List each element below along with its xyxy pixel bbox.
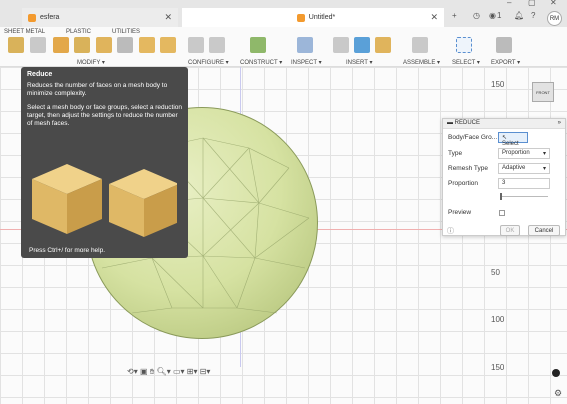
tab-sheet-metal[interactable]: SHEET METAL (4, 29, 45, 35)
orbit-icon[interactable]: ⟲▾ (127, 367, 138, 376)
tooltip-description: Reduces the number of faces on a mesh bo… (27, 82, 168, 97)
tab-esfera[interactable]: esfera ✕ (22, 8, 178, 27)
modify-tool-icon[interactable] (8, 37, 24, 53)
comment-icon[interactable] (552, 369, 560, 377)
remesh-type-label: Remesh Type (448, 165, 488, 172)
modify-tool-icon[interactable] (96, 37, 112, 53)
chevron-down-icon: ▾ (542, 166, 546, 172)
tab-label: Untitled* (308, 14, 336, 21)
modify-tool-icon[interactable] (53, 37, 69, 53)
type-label: Type (448, 150, 463, 157)
proportion-slider[interactable] (500, 193, 548, 200)
modify-tool-icon[interactable] (160, 37, 176, 53)
configure-table-icon[interactable] (209, 37, 225, 53)
minimize-icon[interactable]: – (507, 0, 511, 7)
group-modify[interactable]: MODIFY ▾ (77, 59, 105, 66)
tab-utilities[interactable]: UTILITIES (112, 29, 140, 35)
type-select[interactable]: Proportion ▾ (498, 148, 550, 159)
group-select[interactable]: SELECT ▾ (452, 59, 480, 66)
navigation-bar: ⟲▾ ▣ ✋︎ 🔍︎▾ ▭▾ ⊞▾ ⊟▾ (127, 367, 245, 377)
group-inspect[interactable]: INSPECT ▾ (291, 59, 322, 66)
ruler-label: 100 (491, 315, 505, 324)
grid-icon[interactable]: ⊞▾ (187, 367, 198, 376)
insert-icon[interactable] (333, 37, 349, 53)
export-icon[interactable] (496, 37, 512, 53)
expand-icon[interactable]: » (558, 120, 561, 126)
ok-button[interactable]: OK (500, 225, 520, 236)
group-construct[interactable]: CONSTRUCT ▾ (240, 59, 282, 66)
tab-bar: esfera ✕ Untitled* ✕ + ◷ ◉ 1 🔔︎ ? RM – ▢… (0, 0, 567, 27)
reduce-panel: ▬ REDUCE » Body/Face Gro... ↖ Select Typ… (442, 118, 566, 236)
window-close-icon[interactable]: ✕ (550, 0, 557, 7)
jobs-count: 1 (497, 11, 502, 20)
modify-tool-icon[interactable] (139, 37, 155, 53)
proportion-input[interactable]: 3 (498, 178, 550, 189)
reduce-tool-icon[interactable] (74, 37, 90, 53)
jobs-icon[interactable]: ◉ (489, 11, 496, 20)
gear-icon[interactable]: ⚙︎ (554, 388, 562, 399)
select-icon[interactable] (456, 37, 472, 53)
modify-tool-icon[interactable] (30, 37, 46, 53)
construct-icon[interactable] (250, 37, 266, 53)
look-at-icon[interactable]: ▣ (140, 367, 148, 376)
slider-handle[interactable] (500, 193, 502, 200)
viewports-icon[interactable]: ⊟▾ (200, 367, 211, 376)
file-icon (296, 13, 305, 22)
panel-header: ▬ REDUCE » (443, 119, 565, 129)
inspect-icon[interactable] (297, 37, 313, 53)
preview-checkbox[interactable] (499, 210, 505, 216)
preview-label: Preview (448, 209, 472, 216)
proportion-label: Proportion (448, 180, 478, 187)
maximize-icon[interactable]: ▢ (528, 0, 536, 7)
tooltip-illustration (32, 164, 177, 237)
info-icon[interactable]: ⓘ (447, 226, 454, 236)
tab-plastic[interactable]: PLASTIC (66, 29, 91, 35)
move-icon[interactable] (117, 37, 133, 53)
panel-title: REDUCE (454, 120, 481, 126)
insert-image-icon[interactable] (354, 37, 370, 53)
history-icon[interactable]: ◷ (473, 11, 480, 20)
group-insert[interactable]: INSERT ▾ (346, 59, 372, 66)
file-icon (28, 13, 36, 22)
ruler-label: 150 (491, 80, 505, 89)
tab-label: esfera (40, 14, 60, 21)
view-cube[interactable]: FRONT (532, 82, 554, 102)
ruler-label: 50 (491, 268, 500, 277)
ruler-label: 150 (491, 363, 505, 372)
chevron-down-icon: ▾ (542, 151, 546, 157)
group-export[interactable]: EXPORT ▾ (491, 59, 520, 66)
group-assemble[interactable]: ASSEMBLE ▾ (403, 59, 440, 66)
configure-icon[interactable] (188, 37, 204, 53)
add-tab-button[interactable]: + (452, 11, 457, 20)
body-face-label: Body/Face Gro... (448, 134, 498, 141)
cancel-button[interactable]: Cancel (528, 225, 560, 236)
tooltip-title: Reduce (27, 71, 53, 78)
assemble-icon[interactable] (412, 37, 428, 53)
reduce-tooltip: Reduce Reduces the number of faces on a … (21, 67, 188, 258)
tab-untitled[interactable]: Untitled* ✕ (182, 8, 444, 27)
display-settings-icon[interactable]: ▭▾ (173, 367, 185, 376)
tooltip-instructions: Select a mesh body or face groups, selec… (27, 104, 183, 127)
help-icon[interactable]: ? (531, 11, 535, 20)
zoom-icon[interactable]: 🔍︎▾ (157, 367, 171, 376)
toolbar-ribbon: SHEET METAL PLASTIC UTILITIES MODIFY ▾ C… (0, 27, 567, 67)
collapse-icon[interactable]: ▬ (447, 120, 455, 126)
remesh-type-select[interactable]: Adaptive ▾ (498, 163, 550, 174)
select-button[interactable]: ↖ Select (498, 132, 528, 147)
close-icon[interactable]: ✕ (430, 12, 438, 23)
tooltip-help-hint: Press Ctrl+/ for more help. (29, 247, 106, 254)
close-icon[interactable]: ✕ (164, 12, 172, 23)
bell-icon[interactable]: 🔔︎ (514, 11, 524, 20)
pan-icon[interactable]: ✋︎ (150, 367, 155, 376)
insert-mesh-icon[interactable] (375, 37, 391, 53)
group-configure[interactable]: CONFIGURE ▾ (188, 59, 229, 66)
avatar[interactable]: RM (547, 11, 562, 26)
